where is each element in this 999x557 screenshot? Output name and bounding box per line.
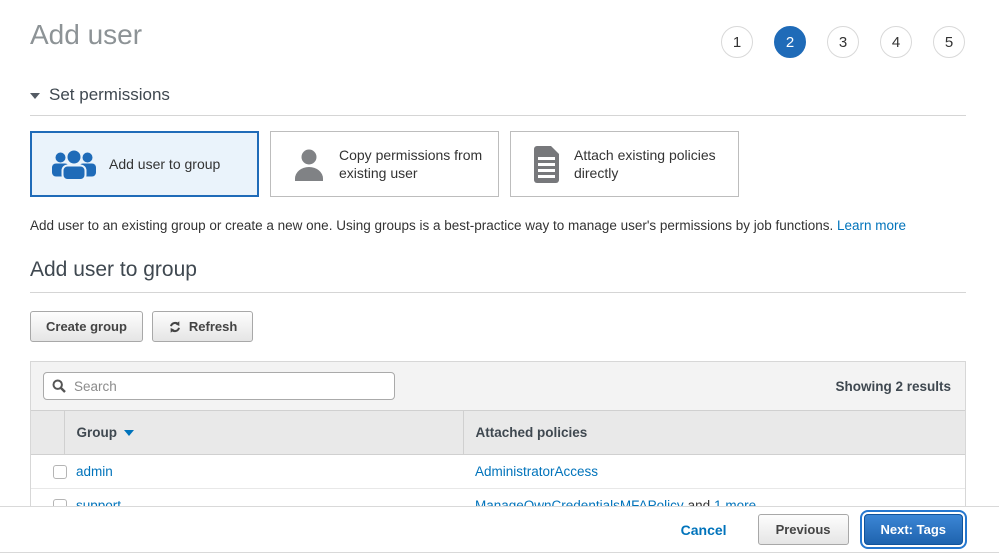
card-copy-permissions[interactable]: Copy permissions from existing user: [270, 131, 499, 197]
step-4[interactable]: 4: [880, 26, 912, 58]
column-header-attached-policies[interactable]: Attached policies: [463, 411, 965, 455]
groups-panel: Showing 2 results Group Attached policie…: [30, 361, 966, 523]
refresh-icon: [168, 320, 182, 334]
header-checkbox-cell: [31, 411, 64, 455]
permissions-description: Add user to an existing group or create …: [30, 218, 966, 233]
description-text: Add user to an existing group or create …: [30, 218, 833, 233]
chevron-down-icon: [30, 93, 40, 99]
group-section-title: Add user to group: [30, 258, 966, 282]
page-header: Add user 1 2 3 4 5: [30, 0, 966, 58]
create-group-button[interactable]: Create group: [30, 311, 143, 342]
previous-button[interactable]: Previous: [758, 514, 849, 545]
refresh-label: Refresh: [189, 319, 237, 334]
step-1[interactable]: 1: [721, 26, 753, 58]
set-permissions-toggle[interactable]: Set permissions: [30, 85, 966, 105]
step-2[interactable]: 2: [774, 26, 806, 58]
cancel-link[interactable]: Cancel: [681, 522, 727, 538]
step-5[interactable]: 5: [933, 26, 965, 58]
document-icon: [531, 146, 562, 183]
results-count: Showing 2 results: [835, 379, 953, 394]
next-tags-button[interactable]: Next: Tags: [864, 514, 964, 545]
card-label: Add user to group: [109, 155, 220, 173]
card-attach-policies[interactable]: Attach existing policies directly: [510, 131, 739, 197]
table-row: admin AdministratorAccess: [31, 455, 965, 489]
step-indicator: 1 2 3 4 5: [721, 18, 966, 58]
group-link[interactable]: admin: [76, 464, 113, 479]
column-header-policies-label: Attached policies: [476, 425, 588, 440]
group-section-divider: [30, 292, 966, 293]
group-toolbar: Create group Refresh: [30, 311, 966, 342]
step-3[interactable]: 3: [827, 26, 859, 58]
table-header-row: Group Attached policies: [31, 411, 965, 455]
search-box: [43, 372, 395, 400]
panel-toolbar: Showing 2 results: [31, 362, 965, 410]
card-add-user-to-group[interactable]: Add user to group: [30, 131, 259, 197]
column-header-group[interactable]: Group: [64, 411, 463, 455]
policy-link[interactable]: AdministratorAccess: [475, 464, 598, 479]
learn-more-link[interactable]: Learn more: [837, 218, 906, 233]
card-label: Copy permissions from existing user: [339, 146, 486, 182]
row-checkbox[interactable]: [53, 465, 67, 479]
permission-cards: Add user to group Copy permissions from …: [30, 131, 966, 197]
search-icon: [52, 379, 66, 398]
section-divider: [30, 115, 966, 116]
card-label: Attach existing policies directly: [574, 146, 726, 182]
column-header-group-label: Group: [77, 425, 118, 440]
page-title: Add user: [30, 18, 142, 52]
refresh-button[interactable]: Refresh: [152, 311, 253, 342]
sort-desc-icon: [124, 430, 134, 436]
group-icon: [51, 149, 97, 180]
user-icon: [291, 146, 327, 182]
set-permissions-label: Set permissions: [49, 85, 170, 105]
wizard-footer: Cancel Previous Next: Tags: [0, 506, 999, 553]
search-input[interactable]: [43, 372, 395, 400]
